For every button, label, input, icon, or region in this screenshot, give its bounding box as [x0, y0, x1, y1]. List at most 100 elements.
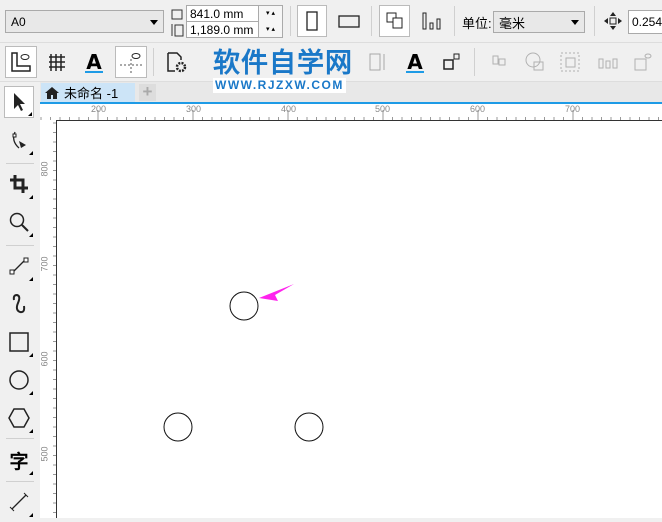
page-width-value: 841.0 mm: [190, 6, 244, 21]
portrait-button[interactable]: [297, 5, 327, 37]
page-layout-icon: [422, 12, 441, 30]
ruler-label: 400: [281, 104, 297, 114]
width-height-icon: [171, 9, 184, 37]
guidelines-toggle[interactable]: [115, 46, 147, 78]
rulers-toggle[interactable]: [5, 46, 37, 78]
page-height-value: 1,189.0 mm: [190, 22, 254, 37]
brush-curve-icon: [12, 293, 26, 314]
ruler-label: 200: [91, 104, 107, 114]
zoom-tool[interactable]: [4, 206, 34, 238]
document-settings-icon: [167, 52, 187, 73]
freehand-tool[interactable]: [4, 250, 34, 282]
document-tab-label: 未命名 -1: [64, 86, 119, 101]
circle-shape[interactable]: [163, 412, 193, 442]
watermark-title: 软件自学网: [213, 48, 353, 78]
distribute-button[interactable]: [594, 46, 622, 78]
units-value: 毫米: [499, 15, 526, 31]
ruler-label: 600: [39, 351, 50, 367]
pages-icon: [386, 12, 402, 29]
text-tool-icon: 字: [9, 451, 29, 473]
scale-button[interactable]: [629, 46, 657, 78]
baseline-grid-toggle[interactable]: A: [79, 46, 109, 78]
distribute-icon: [598, 58, 618, 69]
ruler-label: 300: [186, 104, 202, 114]
vertical-ruler[interactable]: 800 700 600 500: [40, 120, 56, 518]
hexagon-icon: [8, 408, 30, 428]
pick-tool[interactable]: [4, 86, 34, 118]
units-label: 单位:: [462, 16, 492, 31]
portrait-icon: [306, 11, 318, 31]
align-button[interactable]: [484, 46, 512, 78]
crop-icon: [10, 175, 28, 193]
snap-text-button[interactable]: A: [400, 46, 430, 78]
polygon-tool[interactable]: [4, 402, 34, 434]
dimension-tool[interactable]: [4, 486, 34, 518]
magnifier-icon: [9, 212, 29, 232]
page-size-select[interactable]: A0: [5, 10, 164, 33]
ruler-label: 600: [470, 104, 486, 114]
page-height-input[interactable]: 1,189.0 mm: [186, 21, 259, 38]
ellipse-tool[interactable]: [4, 364, 34, 396]
align-icon: [492, 55, 506, 66]
ruler-label: 700: [39, 256, 50, 272]
landscape-button[interactable]: [334, 5, 364, 37]
nudge-icon: [604, 12, 622, 30]
text-tool[interactable]: 字: [4, 444, 34, 476]
text-baseline-icon: A: [85, 51, 103, 73]
ruler-icon: [11, 52, 31, 72]
current-page-button[interactable]: [417, 5, 447, 37]
circle-shape[interactable]: [294, 412, 324, 442]
text-columns-button[interactable]: [364, 46, 392, 78]
scale-icon: [634, 53, 652, 71]
line-tool-icon: [9, 257, 29, 275]
arrow-annotation: [259, 284, 294, 301]
pointer-icon: [14, 93, 25, 111]
document-options-button[interactable]: [162, 46, 192, 78]
snap-objects-button[interactable]: [438, 46, 466, 78]
node-edit-icon: [12, 131, 26, 149]
dimension-icon: [9, 492, 29, 512]
horizontal-ruler[interactable]: 200 300 400 500 600 700: [40, 104, 662, 120]
shape-tool[interactable]: [4, 124, 34, 156]
guidelines-icon: [120, 53, 142, 73]
svg-text:A: A: [407, 51, 423, 73]
ruler-label: 700: [565, 104, 581, 114]
chevron-down-icon: [150, 19, 158, 25]
snap-icon: [443, 53, 460, 70]
page-width-input[interactable]: 841.0 mm: [186, 5, 259, 22]
text-frame-icon: [369, 53, 385, 71]
ruler-label: 500: [39, 446, 50, 462]
text-snap-icon: A: [406, 51, 424, 73]
rectangle-icon: [9, 332, 29, 352]
ruler-label: 800: [39, 161, 50, 177]
home-icon: [45, 86, 59, 99]
rectangle-tool[interactable]: [4, 326, 34, 358]
all-pages-button[interactable]: [379, 5, 410, 37]
nudge-value: 0.254: [632, 15, 662, 29]
svg-text:A: A: [86, 51, 102, 73]
canvas-drawing: [163, 284, 324, 442]
ellipse-icon: [9, 370, 29, 390]
artistic-media-tool[interactable]: [4, 288, 34, 320]
grid-toggle[interactable]: [43, 46, 71, 78]
group-icon: [560, 52, 580, 72]
watermark-logo: 软件自学网 WWW.RJZXW.COM: [213, 48, 358, 96]
units-select[interactable]: 毫米: [493, 11, 585, 33]
landscape-icon: [338, 15, 360, 28]
chevron-down-icon: [571, 20, 579, 25]
group-button[interactable]: [556, 46, 584, 78]
grid-icon: [49, 54, 65, 71]
size-spinner[interactable]: ▾ ▴ ▾ ▴: [258, 5, 283, 38]
watermark-url: WWW.RJZXW.COM: [213, 78, 346, 93]
circle-shape[interactable]: [229, 291, 259, 321]
document-tab[interactable]: 未命名 -1: [41, 83, 135, 102]
center-align-button[interactable]: [520, 46, 550, 78]
page-size-value: A0: [11, 14, 26, 29]
toolbox: 字: [0, 82, 40, 518]
nudge-input[interactable]: 0.254: [628, 10, 662, 34]
crop-tool[interactable]: [4, 168, 34, 200]
target-icon: [525, 52, 544, 71]
add-tab-button[interactable]: +: [139, 83, 156, 101]
ruler-label: 500: [375, 104, 391, 114]
drawing-canvas[interactable]: [56, 120, 662, 518]
